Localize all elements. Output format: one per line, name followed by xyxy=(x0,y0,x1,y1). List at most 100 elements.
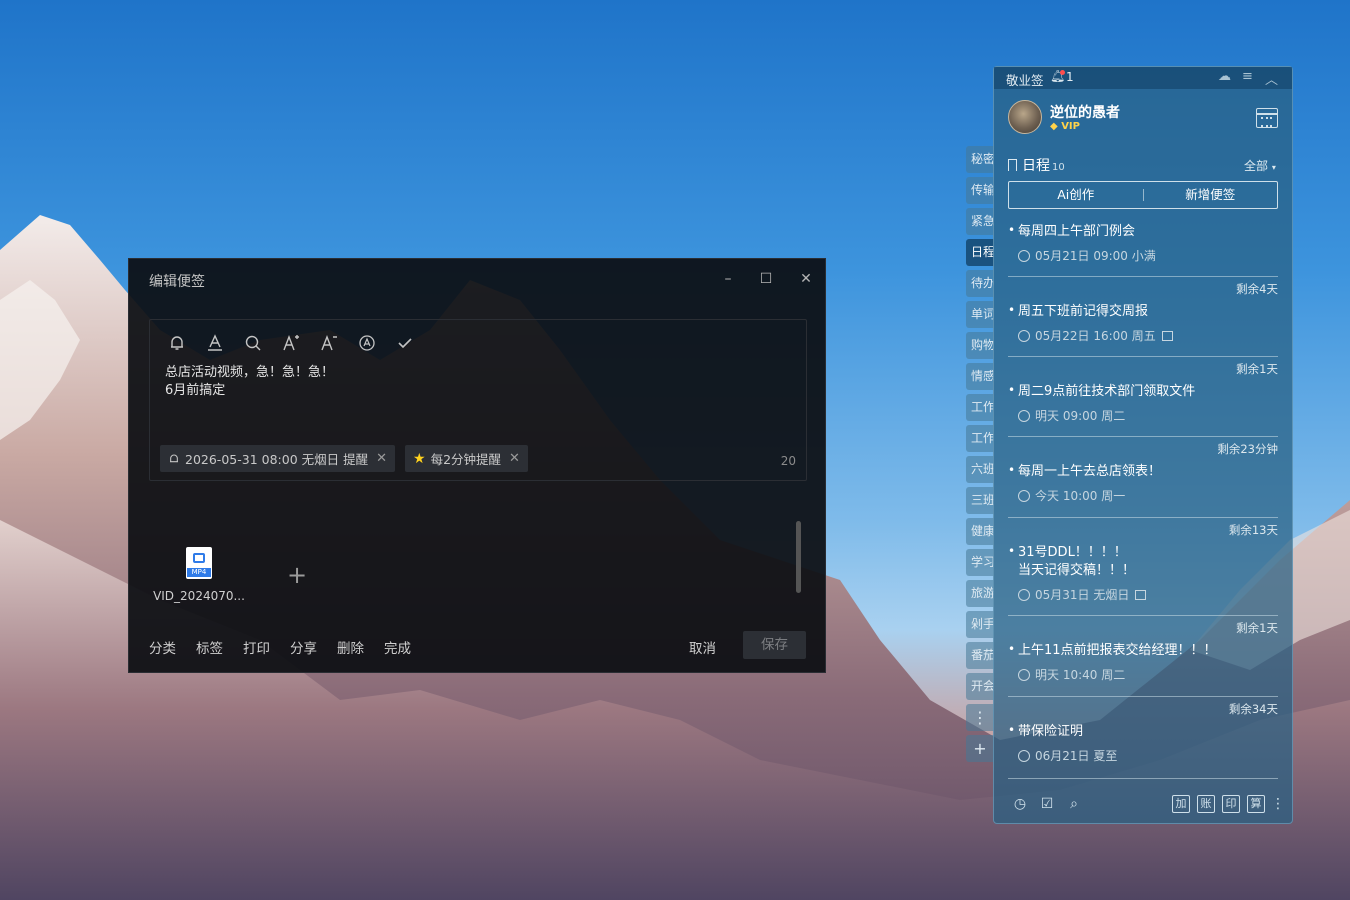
item-meta: 05月31日 无烟日 xyxy=(1008,586,1278,603)
print-tool-icon[interactable]: 印 xyxy=(1222,795,1240,813)
add-tool-icon[interactable]: 加 xyxy=(1172,795,1190,813)
repeat-icon xyxy=(1018,669,1030,681)
note-line: 6月前搞定 xyxy=(165,383,226,398)
item-title: 周五下班前记得交周报 xyxy=(1008,301,1278,321)
cloud-sync-icon[interactable]: ☁ xyxy=(1218,69,1231,84)
more-icon[interactable]: ⋮ xyxy=(1269,795,1287,813)
repeat-icon xyxy=(1018,250,1030,262)
vip-badge: ◆ VIP xyxy=(1050,121,1080,132)
remaining-time: 剩余13天 xyxy=(1228,523,1278,537)
video-file-icon: MP4 xyxy=(186,547,212,579)
schedule-list: 每周四上午部门例会 05月21日 09:00 小满 剩余4天 周五下班前记得交周… xyxy=(994,213,1292,779)
avatar[interactable] xyxy=(1008,100,1042,134)
add-attachment-icon[interactable]: + xyxy=(287,561,307,589)
minimize-icon[interactable]: – xyxy=(717,269,739,289)
item-meta: 05月22日 16:00 周五 xyxy=(1008,327,1278,344)
tab-category[interactable]: 健康 xyxy=(966,518,994,545)
tab-category[interactable]: 三班 xyxy=(966,487,994,514)
attachment-badge-icon xyxy=(1161,331,1173,341)
note-editor-box[interactable]: 总店活动视频，急！急！急！ 6月前搞定 2026-05-31 08:00 无烟日… xyxy=(149,319,807,481)
more-tabs-icon[interactable]: ⋮ xyxy=(966,704,994,731)
tab-category[interactable]: 传输 xyxy=(966,177,994,204)
category-tabs: 秘密 传输 紧急 日程 待办 单词 购物 情感 工作 工作 六班 三班 健康 学… xyxy=(966,146,994,766)
reminder-chip[interactable]: 2026-05-31 08:00 无烟日 提醒 ✕ xyxy=(160,445,395,472)
tab-category[interactable]: 番茄 xyxy=(966,642,994,669)
check-icon[interactable] xyxy=(394,332,416,354)
cancel-button[interactable]: 取消 xyxy=(689,637,716,657)
list-item[interactable]: 剩余34天 带保险证明 06月21日 夏至 xyxy=(1008,697,1278,779)
history-icon[interactable]: ◷ xyxy=(1011,795,1029,813)
collapse-icon[interactable]: ︿ xyxy=(1265,69,1278,88)
maximize-icon[interactable]: ☐ xyxy=(755,269,777,289)
remove-reminder-icon[interactable]: ✕ xyxy=(376,451,387,466)
tab-category[interactable]: 紧急 xyxy=(966,208,994,235)
delete-button[interactable]: 删除 xyxy=(337,637,364,657)
todo-check-icon[interactable]: ☑ xyxy=(1038,795,1056,813)
item-title: 带保险证明 xyxy=(1008,721,1278,741)
repeat-chip[interactable]: ★ 每2分钟提醒 ✕ xyxy=(405,445,528,472)
section-count: 10 xyxy=(1052,162,1065,173)
remaining-time: 剩余4天 xyxy=(1236,282,1278,296)
tab-category[interactable]: 剁手 xyxy=(966,611,994,638)
item-meta: 今天 10:00 周一 xyxy=(1008,487,1278,504)
tab-category[interactable]: 学习 xyxy=(966,549,994,576)
panel-footer: ◷ ☑ ⌕ 加 账 印 算 ⋮ xyxy=(994,789,1292,823)
tab-category[interactable]: 旅游 xyxy=(966,580,994,607)
search-icon[interactable] xyxy=(242,332,264,354)
calculator-tool-icon[interactable]: 算 xyxy=(1247,795,1265,813)
scrollbar[interactable] xyxy=(796,521,801,593)
add-category-icon[interactable]: + xyxy=(966,735,994,762)
section-title: 日程 xyxy=(1022,158,1050,174)
tab-category[interactable]: 开会 xyxy=(966,673,994,700)
remaining-time: 剩余34天 xyxy=(1228,702,1278,716)
font-decrease-icon[interactable] xyxy=(318,332,340,354)
text-color-icon[interactable] xyxy=(204,332,226,354)
font-increase-icon[interactable] xyxy=(280,332,302,354)
tab-category[interactable]: 单词 xyxy=(966,301,994,328)
calendar-icon[interactable] xyxy=(1256,108,1278,128)
remaining-time: 剩余1天 xyxy=(1236,362,1278,376)
share-button[interactable]: 分享 xyxy=(290,637,317,657)
username[interactable]: 逆位的愚者 xyxy=(1050,102,1120,122)
format-clear-icon[interactable] xyxy=(356,332,378,354)
item-title: 每周一上午去总店领表！ xyxy=(1008,461,1278,481)
tab-category[interactable]: 工作 xyxy=(966,425,994,452)
ai-create-button[interactable]: Ai创作 xyxy=(1009,182,1143,208)
remove-repeat-icon[interactable]: ✕ xyxy=(509,451,520,466)
print-button[interactable]: 打印 xyxy=(243,637,270,657)
search-icon[interactable]: ⌕ xyxy=(1065,795,1083,813)
tab-category[interactable]: 购物 xyxy=(966,332,994,359)
filter-dropdown[interactable]: 全部 ▾ xyxy=(1244,157,1276,174)
attachment-item[interactable]: MP4 VID_2024070... xyxy=(151,547,247,603)
close-icon[interactable]: ✕ xyxy=(795,269,817,289)
tab-schedule[interactable]: 日程 xyxy=(966,239,994,266)
list-item[interactable]: 剩余1天 周二9点前往技术部门领取文件 明天 09:00 周二 xyxy=(1008,357,1278,437)
tab-category[interactable]: 情感 xyxy=(966,363,994,390)
account-tool-icon[interactable]: 账 xyxy=(1197,795,1215,813)
list-item[interactable]: 剩余4天 周五下班前记得交周报 05月22日 16:00 周五 xyxy=(1008,277,1278,357)
list-item[interactable]: 剩余23分钟 每周一上午去总店领表！ 今天 10:00 周一 xyxy=(1008,437,1278,518)
bell-icon[interactable] xyxy=(166,332,188,354)
action-bar: Ai创作 新增便签 xyxy=(1008,181,1278,209)
list-item[interactable]: 剩余13天 31号DDL！！！！ 当天记得交稿！！！ 05月31日 无烟日 xyxy=(1008,518,1278,616)
remaining-time: 剩余1天 xyxy=(1236,621,1278,635)
tab-category[interactable]: 待办 xyxy=(966,270,994,297)
diamond-icon: ◆ xyxy=(1050,121,1058,132)
item-meta: 06月21日 夏至 xyxy=(1008,747,1278,764)
category-button[interactable]: 分类 xyxy=(149,637,176,657)
menu-icon[interactable]: ≡ xyxy=(1242,69,1253,84)
reminder-chips: 2026-05-31 08:00 无烟日 提醒 ✕ ★ 每2分钟提醒 ✕ xyxy=(160,445,528,472)
note-content[interactable]: 总店活动视频，急！急！急！ 6月前搞定 xyxy=(165,364,334,400)
item-title: 周二9点前往技术部门领取文件 xyxy=(1008,381,1278,401)
new-note-button[interactable]: 新增便签 xyxy=(1144,182,1278,208)
complete-button[interactable]: 完成 xyxy=(384,637,411,657)
tab-category[interactable]: 工作 xyxy=(966,394,994,421)
tab-category[interactable]: 六班 xyxy=(966,456,994,483)
repeat-icon xyxy=(1018,330,1030,342)
tag-button[interactable]: 标签 xyxy=(196,637,223,657)
save-button[interactable]: 保存 xyxy=(743,631,806,659)
list-item[interactable]: 每周四上午部门例会 05月21日 09:00 小满 xyxy=(1008,213,1278,277)
list-item[interactable]: 剩余1天 上午11点前把报表交给经理！！！ 明天 10:40 周二 xyxy=(1008,616,1278,697)
tab-category[interactable]: 秘密 xyxy=(966,146,994,173)
item-title: 31号DDL！！！！ 当天记得交稿！！！ xyxy=(1008,542,1278,580)
